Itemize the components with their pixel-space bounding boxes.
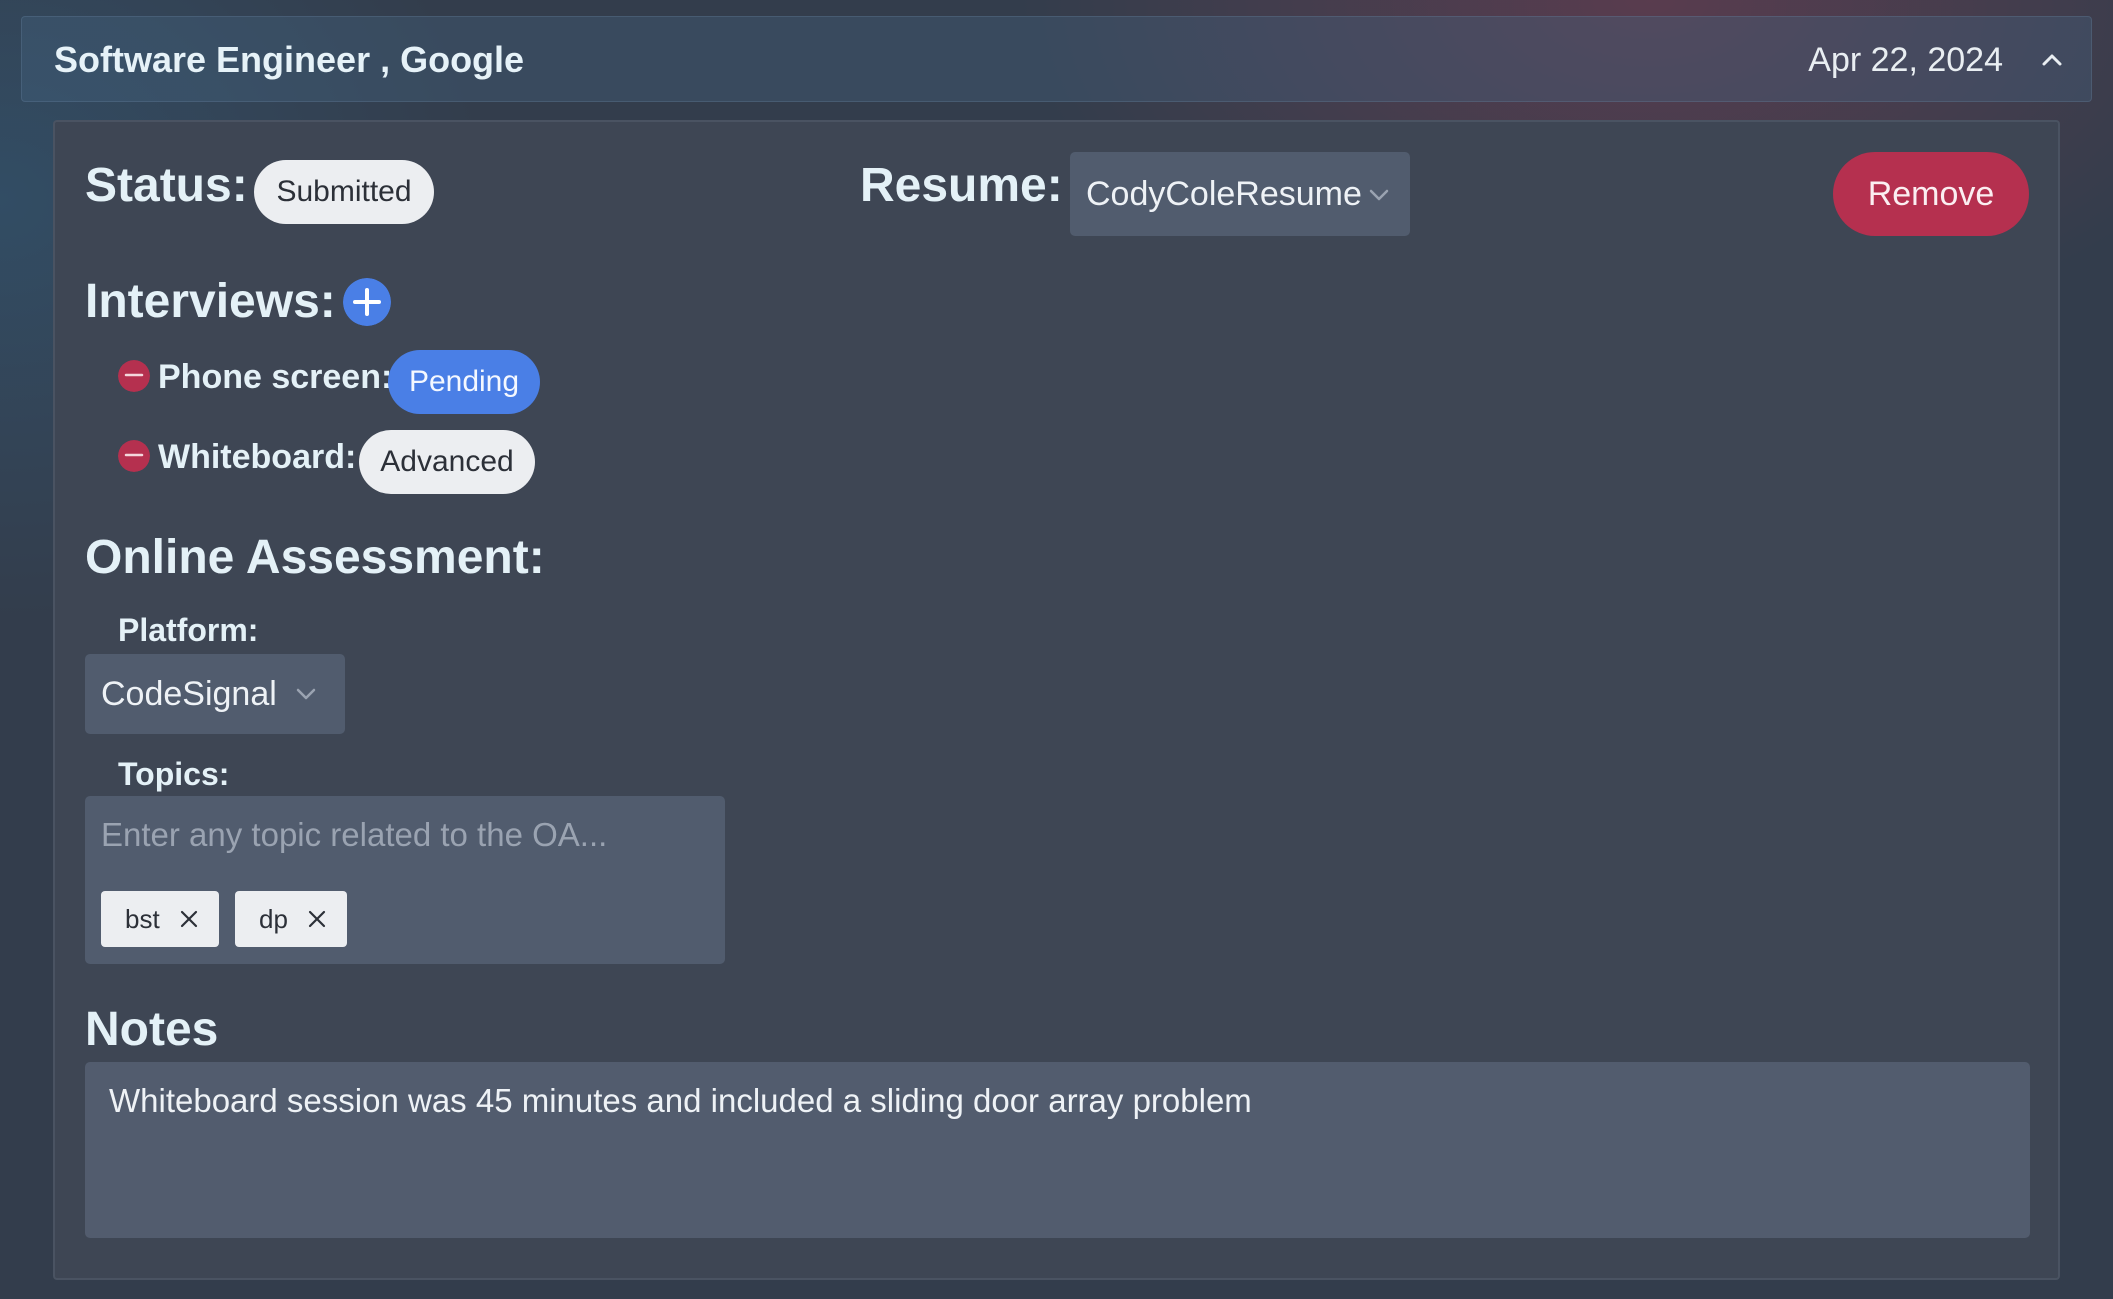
chevron-down-icon xyxy=(1369,189,1389,201)
remove-interview-icon[interactable] xyxy=(118,360,150,392)
interviews-label: Interviews: xyxy=(85,275,336,328)
application-details-panel: Status: Submitted Resume: CodyColeResume… xyxy=(53,120,2060,1280)
remove-interview-icon[interactable] xyxy=(118,440,150,472)
close-icon[interactable] xyxy=(179,909,199,929)
notes-label: Notes xyxy=(85,1003,219,1056)
resume-label: Resume: xyxy=(860,159,1063,212)
notes-textarea[interactable]: Whiteboard session was 45 minutes and in… xyxy=(85,1062,2030,1238)
interview-name: Phone screen: xyxy=(158,358,393,396)
application-date: Apr 22, 2024 xyxy=(1808,41,2003,79)
chevron-down-icon xyxy=(296,688,316,700)
remove-button[interactable]: Remove xyxy=(1833,152,2029,236)
topics-label: Topics: xyxy=(118,756,230,792)
chevron-up-icon[interactable] xyxy=(2037,45,2067,75)
topic-chip[interactable]: bst xyxy=(101,891,219,947)
interview-status-badge[interactable]: Pending xyxy=(388,350,540,414)
status-label: Status: xyxy=(85,159,248,212)
platform-selected-value: CodeSignal xyxy=(101,674,277,713)
online-assessment-label: Online Assessment: xyxy=(85,531,545,584)
resume-selected-value: CodyColeResume xyxy=(1086,174,1362,213)
application-header[interactable]: Software Engineer , Google Apr 22, 2024 xyxy=(21,16,2092,102)
close-icon[interactable] xyxy=(307,909,327,929)
topic-chip-label: bst xyxy=(125,903,160,934)
notes-value: Whiteboard session was 45 minutes and in… xyxy=(109,1082,1252,1119)
topic-chip-label: dp xyxy=(259,903,288,934)
platform-select[interactable]: CodeSignal xyxy=(85,654,345,734)
platform-label: Platform: xyxy=(118,612,259,648)
status-badge[interactable]: Submitted xyxy=(254,160,434,224)
plus-circle-icon[interactable] xyxy=(343,278,391,326)
interview-name: Whiteboard: xyxy=(158,438,357,476)
topics-input[interactable]: Enter any topic related to the OA... bst… xyxy=(85,796,725,964)
job-title: Software Engineer , Google xyxy=(54,39,525,80)
topic-chip[interactable]: dp xyxy=(235,891,347,947)
resume-select[interactable]: CodyColeResume xyxy=(1070,152,1410,236)
topics-placeholder: Enter any topic related to the OA... xyxy=(101,816,608,853)
interview-status-badge[interactable]: Advanced xyxy=(359,430,535,494)
